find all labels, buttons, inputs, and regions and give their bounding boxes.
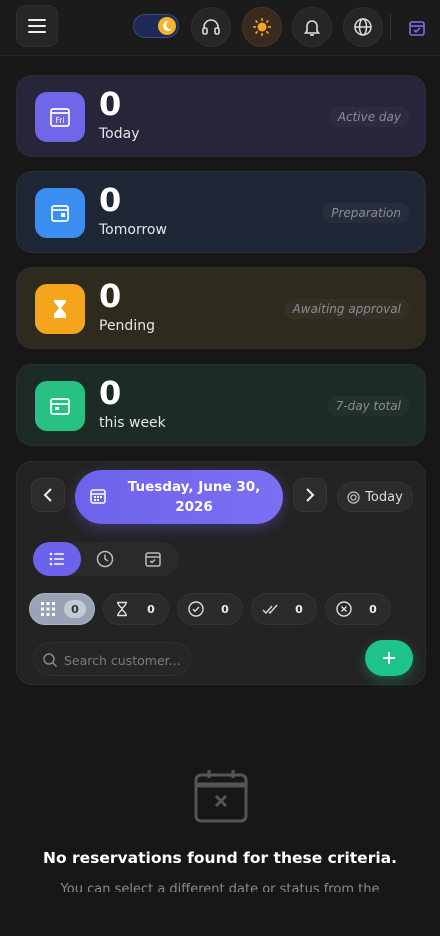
prev-day-button[interactable] [31, 478, 65, 512]
chevron-right-icon [306, 488, 315, 502]
plus-icon [383, 652, 395, 664]
status-filter-confirmed[interactable]: 0 [177, 593, 243, 625]
svg-text:Fri: Fri [56, 116, 65, 125]
sun-button[interactable] [242, 7, 282, 47]
theme-toggle[interactable] [133, 14, 179, 38]
timeline-view-button[interactable] [81, 542, 129, 576]
calendar-button[interactable] [404, 15, 430, 41]
calendar-icon [145, 552, 161, 567]
date-picker-button[interactable]: Tuesday, June 30, 2026 [75, 470, 283, 524]
stat-label: Pending [99, 318, 155, 334]
status-count: 0 [64, 600, 86, 618]
check-circle-icon [188, 601, 204, 617]
status-filter-completed[interactable]: 0 [251, 593, 317, 625]
support-button[interactable] [191, 7, 231, 47]
search-input[interactable] [64, 650, 188, 670]
stat-tag: Awaiting approval [285, 299, 409, 319]
sun-icon [253, 18, 271, 36]
double-check-icon [262, 604, 278, 615]
calendar-check-icon [409, 21, 425, 36]
empty-state-title: No reservations found for these criteria… [43, 849, 397, 867]
calendar-day-icon: Fri [35, 92, 85, 142]
add-reservation-button[interactable] [365, 640, 413, 676]
stat-tag: Active day [330, 107, 409, 127]
search-field [33, 642, 191, 676]
toolbar-divider [390, 14, 391, 40]
today-button[interactable]: Today [337, 482, 413, 512]
moon-icon [158, 17, 176, 35]
calendar-view-button[interactable] [129, 542, 177, 576]
stat-card-today[interactable]: Fri 0 Today Active day [16, 75, 426, 157]
stat-tag: Preparation [323, 203, 409, 223]
next-day-button[interactable] [293, 478, 327, 512]
menu-icon [28, 19, 46, 33]
selected-date: Tuesday, June 30, 2026 [127, 479, 261, 515]
stat-count: 0 [99, 85, 122, 123]
stat-count: 0 [99, 277, 122, 315]
status-count: 0 [295, 602, 303, 616]
stat-label: Tomorrow [99, 222, 167, 238]
menu-button[interactable] [16, 5, 58, 47]
calendar-range-icon [35, 381, 85, 431]
clock-icon [96, 550, 114, 568]
filter-panel: Tuesday, June 30, 2026 Today 0 0 0 0 0 S… [16, 461, 426, 685]
hourglass-icon [35, 284, 85, 334]
grid-icon [41, 602, 55, 616]
status-filter-pending[interactable]: 0 [103, 593, 169, 625]
bell-icon [303, 20, 321, 36]
notifications-button[interactable] [292, 7, 332, 47]
stat-card-tomorrow[interactable]: 0 Tomorrow Preparation [16, 171, 426, 253]
stat-card-week[interactable]: 0 this week 7-day total [16, 364, 426, 446]
status-filter-cancelled[interactable]: 0 [325, 593, 391, 625]
status-count: 0 [147, 602, 155, 616]
stat-count: 0 [99, 181, 122, 219]
today-label: Today [365, 489, 403, 505]
status-count: 0 [369, 602, 377, 616]
stat-label: this week [99, 415, 166, 431]
stat-card-pending[interactable]: 0 Pending Awaiting approval [16, 267, 426, 349]
stat-count: 0 [99, 374, 122, 412]
top-bar [0, 0, 440, 56]
empty-calendar-icon [194, 770, 248, 823]
stat-label: Today [99, 126, 140, 142]
search-icon [43, 653, 58, 668]
empty-state-subtitle: You can select a different date or statu… [60, 882, 380, 892]
globe-icon [354, 18, 372, 36]
calendar-icon [35, 188, 85, 238]
list-icon [49, 552, 64, 566]
chevron-left-icon [43, 488, 52, 502]
hourglass-icon [117, 601, 127, 617]
view-toggle [33, 542, 179, 576]
status-filter-all[interactable]: 0 [29, 593, 95, 625]
target-icon [347, 490, 360, 504]
headset-icon [202, 19, 220, 35]
x-circle-icon [336, 601, 352, 617]
status-count: 0 [221, 602, 229, 616]
calendar-icon [90, 489, 106, 504]
stat-tag: 7-day total [328, 396, 409, 416]
language-button[interactable] [343, 7, 383, 47]
list-view-button[interactable] [33, 542, 81, 576]
